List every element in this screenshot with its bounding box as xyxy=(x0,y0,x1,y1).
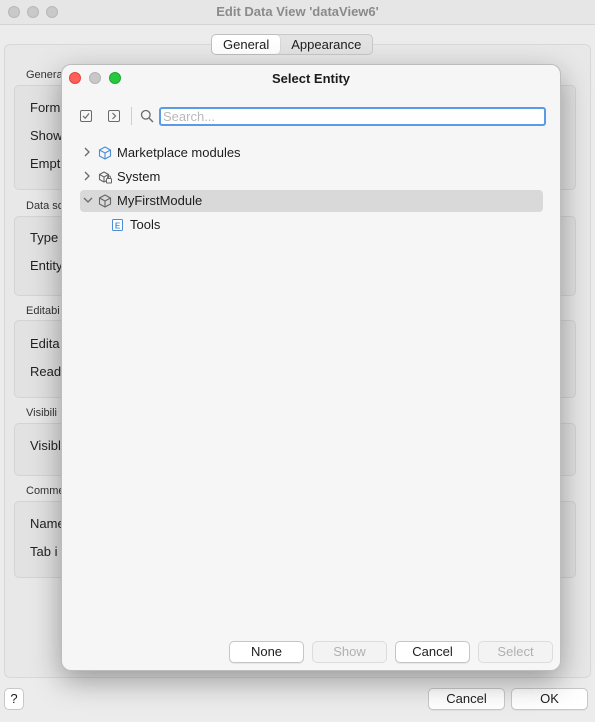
collapse-all-icon[interactable] xyxy=(79,109,93,123)
tree-item-tools[interactable]: E Tools xyxy=(80,214,543,236)
svg-text:E: E xyxy=(115,221,121,230)
group-label-general: Genera xyxy=(26,69,63,81)
window-titlebar: Edit Data View 'dataView6' xyxy=(0,0,595,25)
tree-item-label: Marketplace modules xyxy=(117,145,241,160)
tree-item-label: System xyxy=(117,169,161,184)
tree-item-label: MyFirstModule xyxy=(117,193,203,208)
expand-all-icon[interactable] xyxy=(107,109,121,123)
field-label: Visibl xyxy=(30,438,61,453)
none-button[interactable]: None xyxy=(229,641,304,663)
tree-item-myfirstmodule[interactable]: MyFirstModule xyxy=(80,190,543,212)
help-button[interactable]: ? xyxy=(4,688,24,710)
field-label: Show xyxy=(30,128,63,143)
toolbar-separator xyxy=(131,107,132,125)
cancel-button[interactable]: Cancel xyxy=(428,688,505,710)
chevron-down-icon[interactable] xyxy=(83,195,93,207)
field-label: Read xyxy=(30,364,62,379)
tab-appearance[interactable]: Appearance xyxy=(280,35,372,54)
tab-general[interactable]: General xyxy=(212,35,281,54)
system-module-icon xyxy=(98,171,112,184)
group-label-common: Comme xyxy=(26,485,65,497)
module-icon xyxy=(98,194,112,208)
select-entity-dialog: Select Entity Marketplace modules xyxy=(61,64,561,671)
field-label: Tab i xyxy=(30,544,58,559)
field-label: Entity xyxy=(30,258,63,273)
search-icon xyxy=(140,109,154,123)
select-button[interactable]: Select xyxy=(478,641,553,663)
dialog-title: Select Entity xyxy=(271,71,351,86)
tree-item-label: Tools xyxy=(130,217,161,232)
tree-item-marketplace-modules[interactable]: Marketplace modules xyxy=(80,142,543,164)
field-label: Empt xyxy=(30,156,61,171)
group-label-data-source: Data so xyxy=(26,200,64,212)
cancel-button[interactable]: Cancel xyxy=(395,641,470,663)
field-label: Name xyxy=(30,516,65,531)
ok-button[interactable]: OK xyxy=(511,688,588,710)
field-label: Type xyxy=(30,230,59,245)
search-input[interactable] xyxy=(159,107,546,126)
field-label: Form xyxy=(30,100,61,115)
show-button[interactable]: Show xyxy=(312,641,387,663)
tab-bar: General Appearance xyxy=(211,34,374,55)
entity-icon: E xyxy=(112,219,123,231)
chevron-right-icon[interactable] xyxy=(83,147,93,159)
window-title: Edit Data View 'dataView6' xyxy=(216,4,379,19)
module-icon xyxy=(98,146,112,160)
group-label-visibility: Visibili xyxy=(26,407,57,419)
field-label: Edita xyxy=(30,336,60,351)
chevron-right-icon[interactable] xyxy=(83,171,93,183)
tree-item-system[interactable]: System xyxy=(80,166,543,188)
group-label-editability: Editabi xyxy=(26,305,60,317)
